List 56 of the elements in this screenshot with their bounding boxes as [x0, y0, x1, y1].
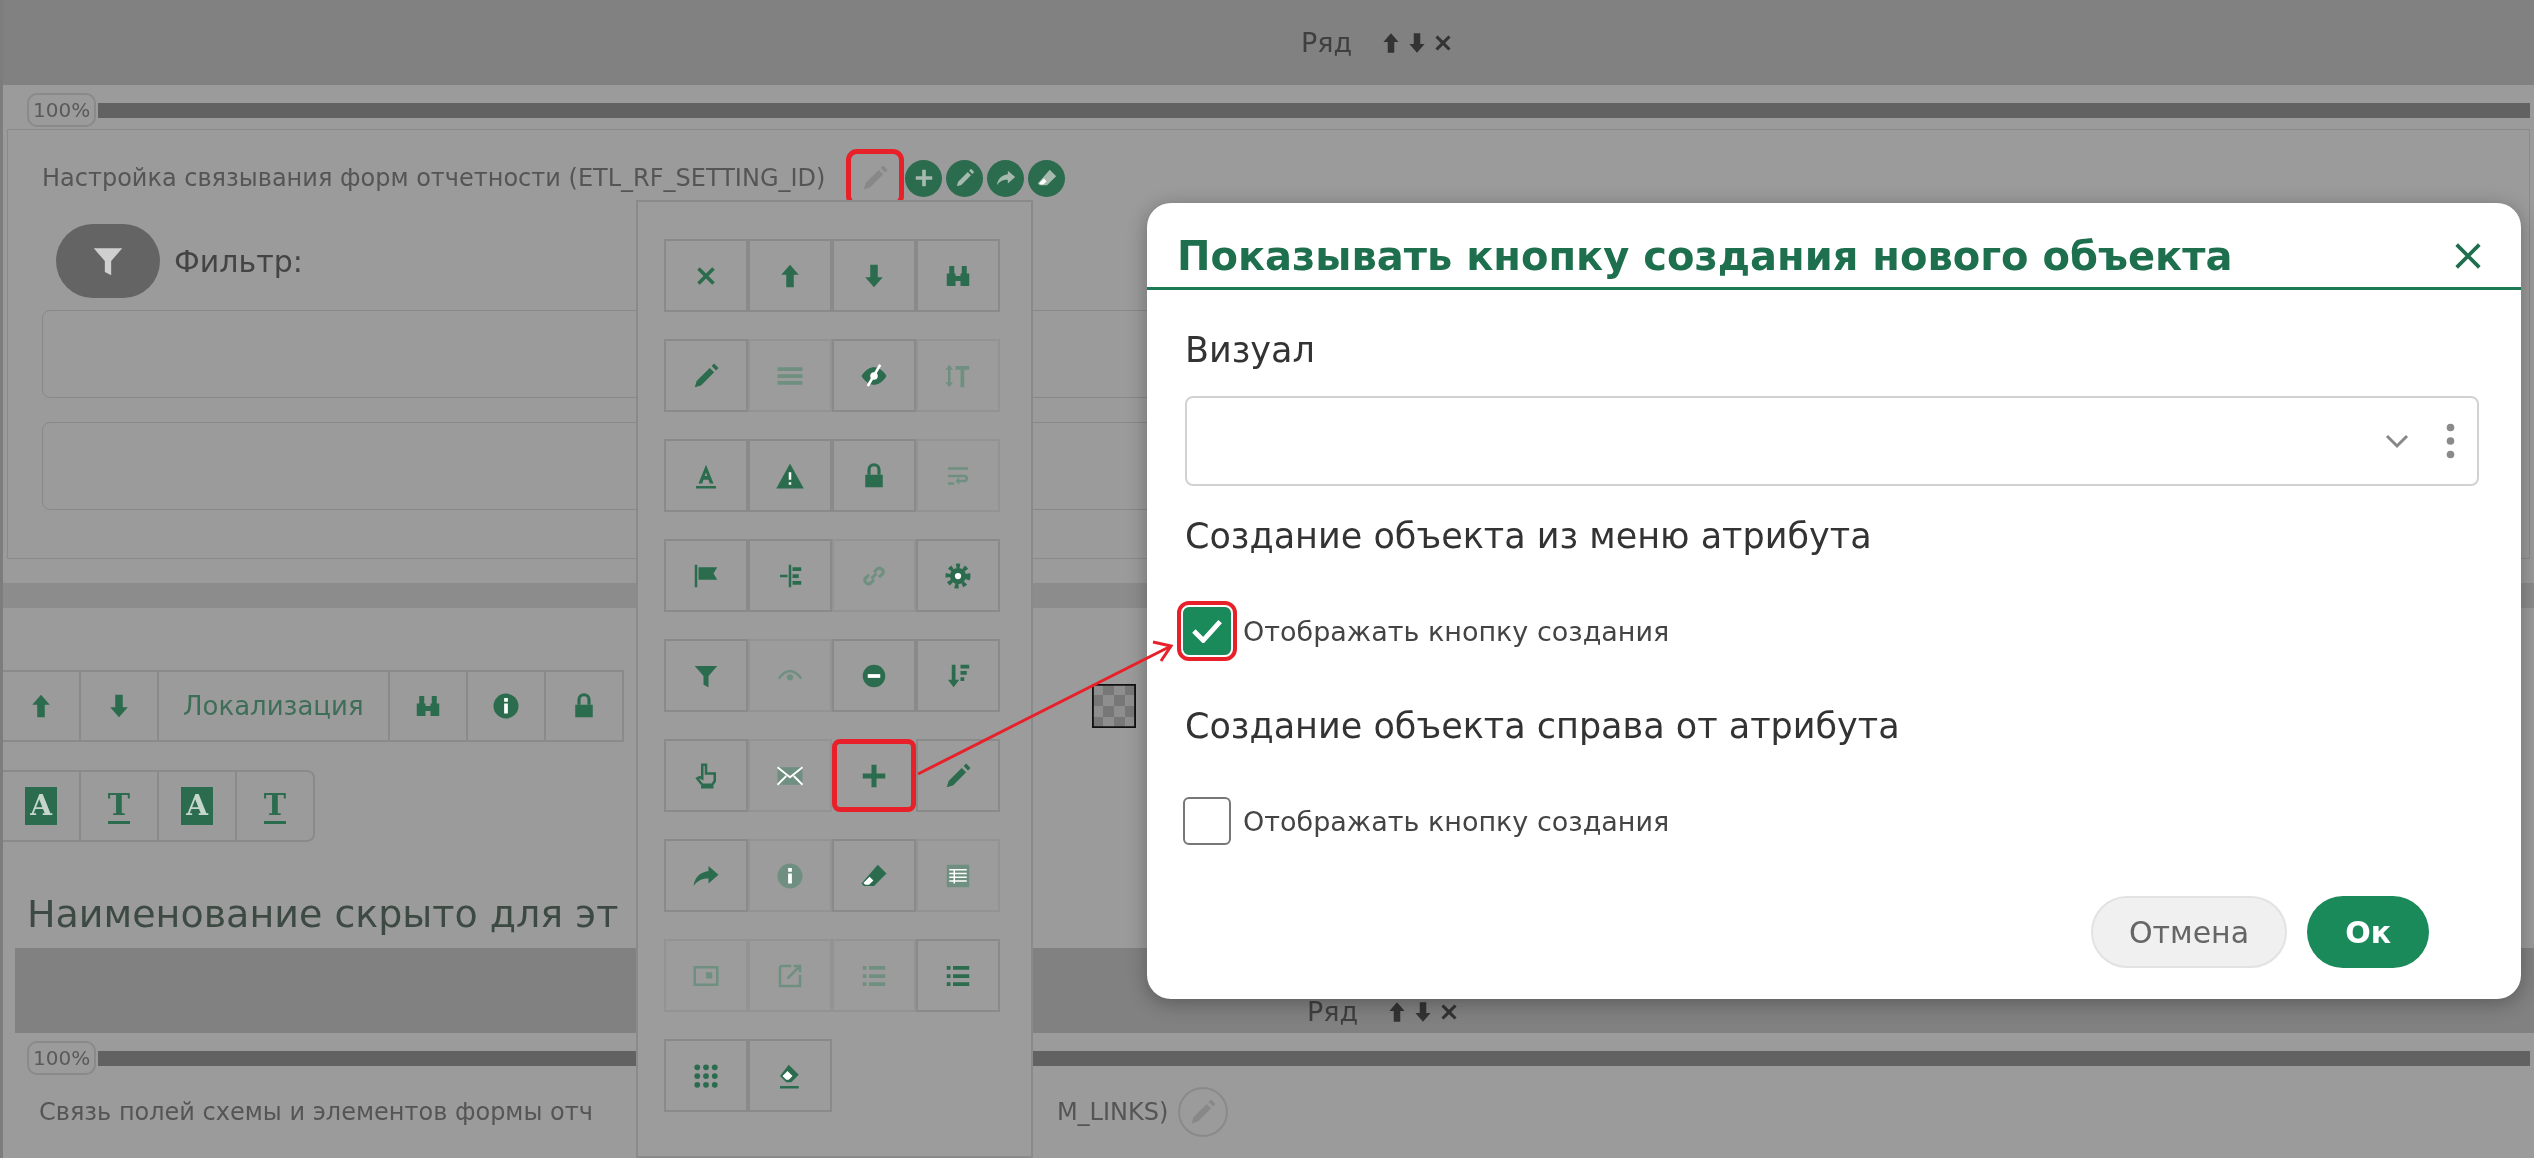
- tool-button[interactable]: [916, 939, 1000, 1012]
- tool-button[interactable]: [664, 439, 748, 512]
- row-label: Ряд: [1306, 996, 1359, 1027]
- tool-button[interactable]: [832, 439, 916, 512]
- more-icon[interactable]: [2446, 423, 2455, 459]
- section-heading: Создание объекта справа от атрибута: [1185, 706, 1901, 746]
- action-button[interactable]: [946, 159, 984, 197]
- progress-label: 100%: [27, 93, 97, 127]
- checkbox-label: Отображать кнопку создания: [1243, 805, 1670, 837]
- tool-button[interactable]: [664, 539, 748, 612]
- tool-button[interactable]: [748, 1039, 832, 1112]
- tool-button[interactable]: [664, 339, 748, 412]
- field-label: Визуал: [1185, 330, 1316, 370]
- action-button[interactable]: [987, 159, 1025, 197]
- tool-button[interactable]: [664, 839, 748, 912]
- tool-button[interactable]: [916, 639, 1000, 712]
- row-label: Ряд: [1300, 27, 1353, 58]
- toolbar-button[interactable]: A: [159, 770, 237, 842]
- tool-button[interactable]: [664, 239, 748, 312]
- tool-button[interactable]: [916, 739, 1000, 812]
- font-style-icon: A: [25, 787, 57, 825]
- checkbox-label: Отображать кнопку создания: [1243, 615, 1670, 647]
- dropdown-field[interactable]: [1185, 396, 2479, 486]
- toolbar-button[interactable]: Локализация: [159, 670, 390, 742]
- action-button[interactable]: [1028, 159, 1066, 197]
- toolbar-button[interactable]: T: [81, 770, 159, 842]
- toolbar-button[interactable]: T: [237, 770, 315, 842]
- attribute-title: M_LINKS): [1056, 1098, 1169, 1126]
- tool-button[interactable]: [832, 839, 916, 912]
- toolbar-button[interactable]: A: [3, 770, 81, 842]
- cancel-button[interactable]: Отмена: [2090, 896, 2288, 968]
- check-icon: [1192, 619, 1222, 643]
- tool-button[interactable]: [916, 539, 1000, 612]
- filter-label: Фильтр:: [174, 243, 303, 279]
- tool-button[interactable]: [748, 239, 832, 312]
- progress-label: 100%: [27, 1041, 97, 1075]
- ok-button[interactable]: Ок: [2307, 896, 2429, 968]
- tool-button[interactable]: [832, 739, 916, 812]
- action-button[interactable]: [905, 159, 943, 197]
- tool-button[interactable]: [832, 339, 916, 412]
- attribute-title: Настройка связывания форм отчетности (ETL_RF_SETTING_ID): [42, 164, 826, 192]
- tool-button[interactable]: [748, 439, 832, 512]
- font-style-icon: A: [181, 787, 213, 825]
- checkerboard-icon: [1091, 684, 1136, 728]
- dialog-title: Показывать кнопку создания нового объекта: [1177, 233, 2233, 279]
- tool-button[interactable]: [664, 739, 748, 812]
- tool-button[interactable]: [748, 539, 832, 612]
- tool-button[interactable]: [832, 239, 916, 312]
- section-heading: Наименование скрыто для эт: [27, 892, 619, 936]
- tool-button[interactable]: [664, 1039, 748, 1112]
- tool-button[interactable]: [832, 639, 916, 712]
- tool-button[interactable]: [916, 239, 1000, 312]
- checkbox[interactable]: [1183, 797, 1231, 845]
- attribute-title: Связь полей схемы и элементов формы отч: [39, 1098, 593, 1126]
- tool-button[interactable]: [664, 639, 748, 712]
- section-heading: Создание объекта из меню атрибута: [1185, 516, 1873, 556]
